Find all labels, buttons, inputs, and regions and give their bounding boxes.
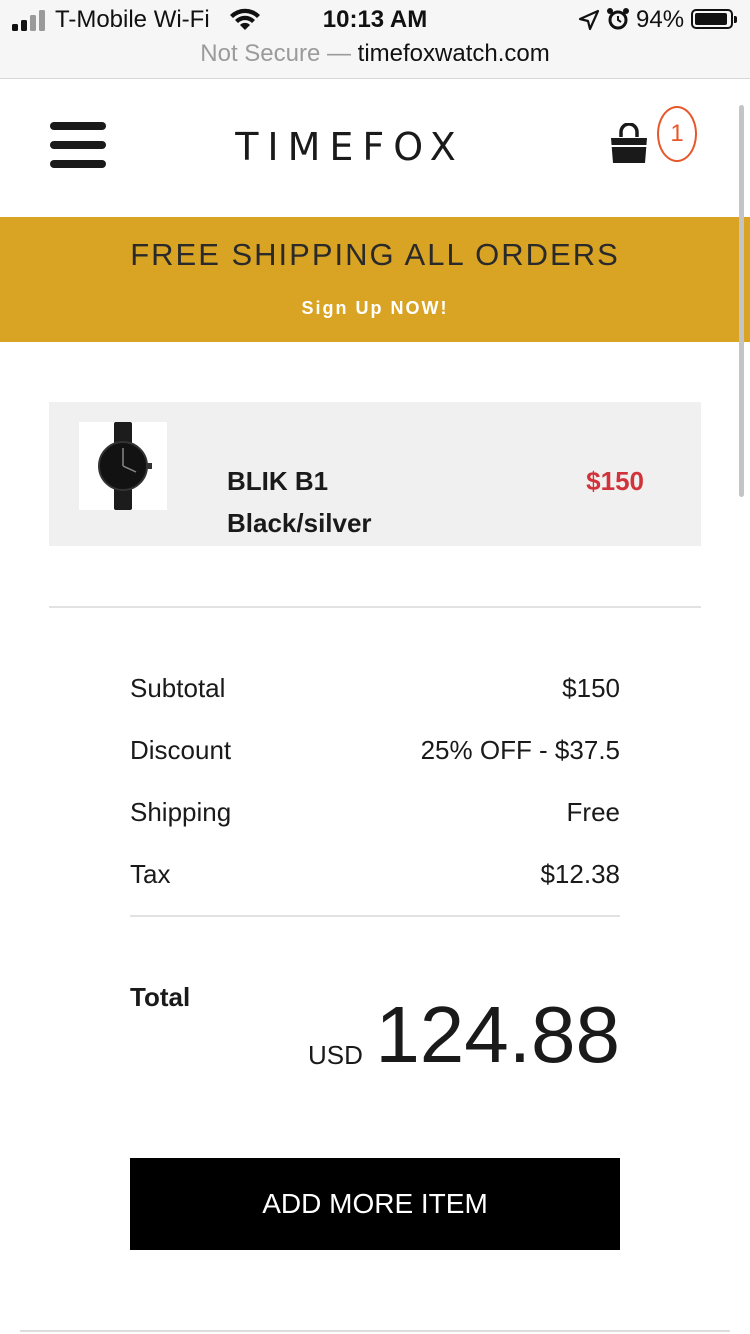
summary-label: Tax bbox=[130, 859, 171, 889]
summary-value: $12.38 bbox=[540, 859, 620, 889]
battery-icon bbox=[691, 9, 737, 29]
summary-row-tax: Tax $12.38 bbox=[130, 859, 620, 893]
sign-up-link[interactable]: Sign Up NOW! bbox=[0, 298, 750, 319]
summary-row-shipping: Shipping Free bbox=[130, 797, 620, 831]
cart-count-badge[interactable]: 1 bbox=[657, 106, 697, 162]
summary-row-subtotal: Subtotal $150 bbox=[130, 673, 620, 707]
shopping-bag-icon[interactable] bbox=[608, 123, 650, 165]
battery-percent: 94% bbox=[636, 6, 685, 33]
product-variant: Black/silver bbox=[227, 508, 372, 538]
address-bar[interactable]: Not Secure — timefoxwatch.com bbox=[0, 40, 750, 68]
total-label: Total bbox=[130, 982, 191, 1012]
promo-title: FREE SHIPPING ALL ORDERS bbox=[130, 237, 620, 272]
product-price: $150 bbox=[586, 466, 644, 496]
status-bar: T-Mobile Wi-Fi 10:13 AM 94% Not Secure —… bbox=[0, 0, 750, 79]
divider bbox=[20, 1330, 730, 1332]
site-logo[interactable]: TIMEFOX bbox=[0, 125, 700, 169]
cart-item: BLIK B1 Black/silver $150 bbox=[49, 402, 701, 546]
summary-value: $150 bbox=[562, 673, 620, 703]
alarm-clock-icon bbox=[607, 8, 629, 30]
divider bbox=[130, 915, 620, 917]
security-label: Not Secure — bbox=[200, 40, 351, 67]
site-header: TIMEFOX 1 bbox=[0, 79, 750, 217]
summary-value: 25% OFF - $37.5 bbox=[420, 735, 620, 765]
summary-label: Subtotal bbox=[130, 673, 226, 703]
add-more-item-button[interactable]: ADD MORE ITEM bbox=[130, 1158, 620, 1250]
summary-row-discount: Discount 25% OFF - $37.5 bbox=[130, 735, 620, 769]
summary-label: Shipping bbox=[130, 797, 232, 827]
total-amount: 124.88 bbox=[375, 990, 620, 1079]
url-domain: timefoxwatch.com bbox=[357, 40, 550, 67]
product-name[interactable]: BLIK B1 bbox=[227, 466, 328, 497]
watch-icon bbox=[98, 422, 152, 510]
divider bbox=[49, 606, 701, 608]
scrollbar[interactable] bbox=[739, 105, 744, 497]
location-arrow-icon bbox=[578, 9, 600, 31]
summary-value: Free bbox=[566, 797, 620, 827]
product-image[interactable] bbox=[79, 422, 167, 510]
summary-label: Discount bbox=[130, 735, 232, 765]
total-currency: USD bbox=[308, 1040, 363, 1070]
promo-banner: FREE SHIPPING ALL ORDERS Sign Up NOW! bbox=[0, 217, 750, 342]
